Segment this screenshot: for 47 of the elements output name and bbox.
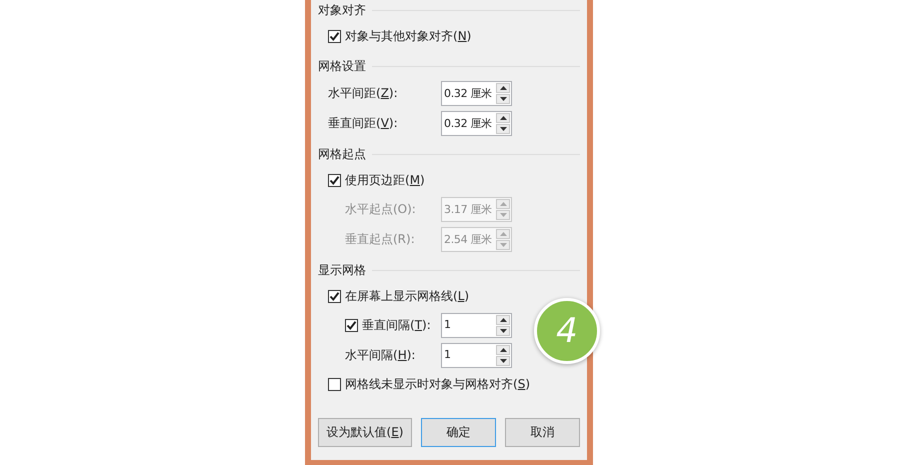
checkbox-label[interactable]: 垂直间隔(T): (362, 316, 431, 334)
field-label: 垂直间距(V): (328, 114, 398, 132)
up-triangle-icon (500, 116, 506, 120)
spin-down-button[interactable] (496, 356, 510, 366)
down-triangle-icon (500, 212, 506, 216)
field-label: 垂直起点(R): (345, 230, 415, 248)
down-triangle-icon (500, 96, 506, 100)
checkbox-label[interactable]: 对象与其他对象对齐(N) (345, 28, 472, 44)
field-label: 水平间距(Z): (328, 84, 398, 102)
checkbox[interactable] (328, 30, 341, 42)
up-triangle-icon (500, 232, 506, 236)
field-label: 水平间隔(H): (345, 346, 416, 364)
checkbox-label[interactable]: 在屏幕上显示网格线(L) (345, 288, 470, 304)
up-triangle-icon (500, 318, 506, 322)
section-heading: 网格设置 (318, 58, 366, 74)
checkbox[interactable] (328, 378, 341, 390)
spin-field[interactable]: 0.32 厘米 (441, 80, 512, 106)
section-heading: 网格起点 (318, 146, 366, 162)
spin-down-button[interactable] (496, 124, 510, 134)
spin-field[interactable]: 1 (441, 342, 512, 368)
checkbox[interactable] (345, 318, 358, 332)
dialog-button[interactable]: 取消 (505, 418, 580, 447)
spin-up-button[interactable] (496, 82, 510, 92)
down-triangle-icon (500, 242, 506, 246)
dialog-button[interactable]: 设为默认值(E) (318, 418, 412, 447)
checkbox[interactable] (328, 290, 341, 302)
spin-down-button[interactable] (496, 326, 510, 336)
down-triangle-icon (500, 328, 506, 332)
spin-field[interactable]: 1 (441, 312, 512, 338)
down-triangle-icon (500, 126, 506, 130)
spin-down-button[interactable] (496, 94, 510, 104)
dialog-button[interactable]: 确定 (421, 418, 496, 447)
checkbox-label[interactable]: 使用页边距(M) (345, 172, 425, 188)
spin-field[interactable]: 0.32 厘米 (441, 110, 512, 136)
section-heading: 显示网格 (318, 262, 366, 278)
checkbox[interactable] (328, 174, 341, 186)
up-triangle-icon (500, 86, 506, 90)
step-badge: 4 (534, 298, 600, 364)
spin-up-button[interactable] (496, 112, 510, 122)
up-triangle-icon (500, 202, 506, 206)
checkbox-label[interactable]: 网格线未显示时对象与网格对齐(S) (345, 376, 530, 392)
up-triangle-icon (500, 348, 506, 352)
down-triangle-icon (500, 358, 506, 362)
spin-up-button[interactable] (496, 314, 510, 324)
field-label: 水平起点(O): (345, 200, 416, 218)
section-heading: 对象对齐 (318, 2, 366, 18)
spin-up-button[interactable] (496, 344, 510, 354)
